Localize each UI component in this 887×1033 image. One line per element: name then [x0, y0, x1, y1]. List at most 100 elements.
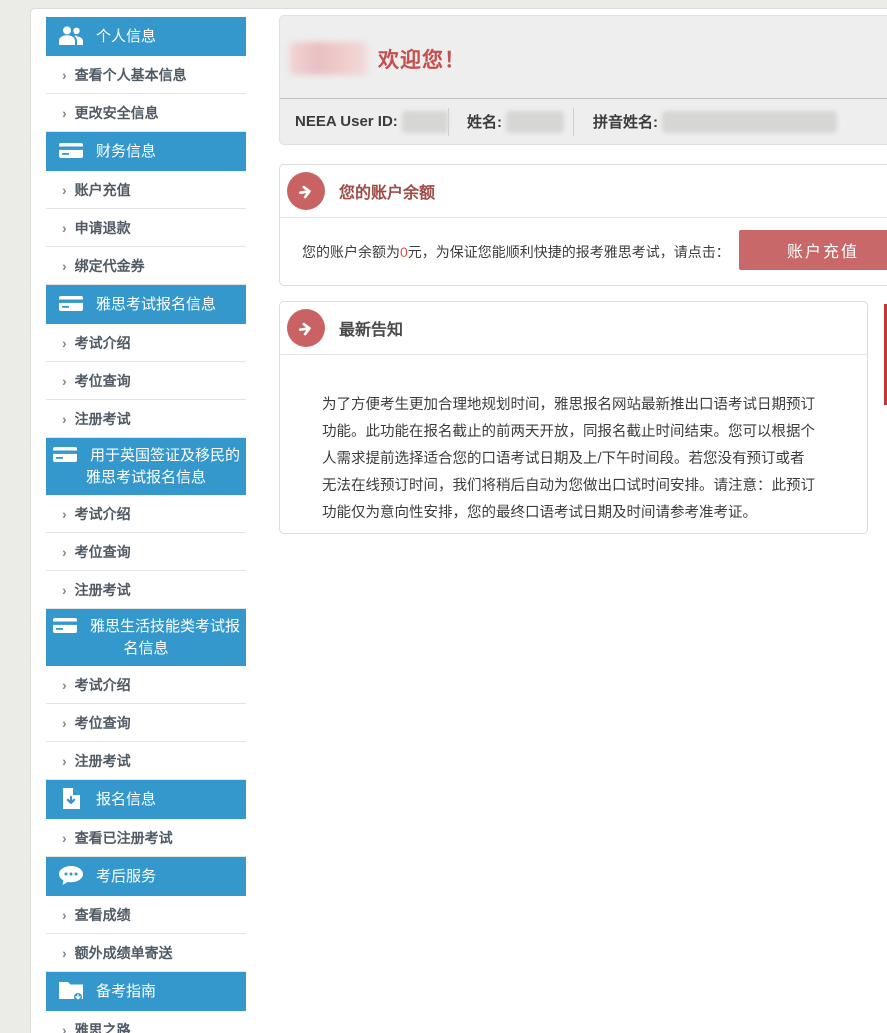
chevron-right-icon: ›: [62, 373, 67, 389]
balance-text-prefix: 您的账户余额为: [302, 244, 400, 260]
recharge-button[interactable]: 账户充值: [739, 230, 887, 270]
chevron-right-icon: ›: [62, 335, 67, 351]
chevron-right-icon: ›: [62, 182, 67, 198]
sidebar-item-label: 注册考试: [75, 580, 131, 600]
chevron-right-icon: ›: [62, 753, 67, 769]
chevron-right-icon: ›: [62, 411, 67, 427]
sidebar-section-header: 财务信息: [46, 132, 246, 171]
name-field: 姓名:: [449, 111, 573, 133]
sidebar-item-label: 考位查询: [75, 542, 131, 562]
chevron-right-icon: ›: [62, 830, 67, 846]
sidebar-item[interactable]: › 注册考试: [46, 571, 246, 609]
sidebar-item[interactable]: › 注册考试: [46, 742, 246, 780]
sidebar-section-label: 财务信息: [96, 143, 156, 160]
sidebar-item[interactable]: › 考试介绍: [46, 666, 246, 704]
welcome-box: 欢迎您！ NEEA User ID: 姓名: 拼音姓名:: [279, 15, 887, 145]
sidebar-item-label: 注册考试: [75, 409, 131, 429]
sidebar-section-header: 备考指南: [46, 972, 246, 1011]
balance-card-body: 您的账户余额为0元，为保证您能顺利快捷的报考雅思考试，请点击： 账户充值: [280, 218, 887, 282]
sidebar-section-label: 备考指南: [96, 983, 156, 1000]
balance-text: 您的账户余额为0元，为保证您能顺利快捷的报考雅思考试，请点击：: [302, 242, 730, 262]
sidebar-item-label: 考试介绍: [75, 675, 131, 695]
sidebar-item-label: 查看个人基本信息: [75, 65, 187, 85]
sidebar-item[interactable]: ›查看已注册考试: [46, 819, 246, 857]
sidebar-item[interactable]: › 考位查询: [46, 704, 246, 742]
sidebar-item-label: 注册考试: [75, 751, 131, 771]
sidebar-item-label: 账户充值: [75, 180, 131, 200]
balance-card: 您的账户余额 您的账户余额为0元，为保证您能顺利快捷的报考雅思考试，请点击： 账…: [279, 164, 887, 286]
sidebar-section-header: 雅思考试报名信息: [46, 285, 246, 324]
sidebar-item-label: 考试介绍: [75, 504, 131, 524]
sidebar-section-header: 报名信息: [46, 780, 246, 819]
notice-card-header: 最新告知: [280, 302, 867, 355]
sidebar-item-label: 考试介绍: [75, 333, 131, 353]
sidebar-section-label: 个人信息: [96, 28, 156, 45]
balance-card-header: 您的账户余额: [280, 165, 887, 218]
sidebar-section-label: 报名信息: [96, 791, 156, 808]
balance-amount: 0: [400, 244, 408, 260]
sidebar-item[interactable]: › 考试介绍: [46, 324, 246, 362]
sidebar-item[interactable]: › 雅思之路: [46, 1011, 246, 1033]
user-info-row: NEEA User ID: 姓名: 拼音姓名:: [280, 98, 887, 144]
sidebar-item-label: 绑定代金券: [75, 256, 145, 276]
chevron-right-icon: ›: [62, 220, 67, 236]
sidebar-item[interactable]: › 考位查询: [46, 362, 246, 400]
sidebar-section-label: 用于英国签证及移民的雅思考试报名信息: [86, 447, 240, 486]
sidebar-item[interactable]: › 更改安全信息: [46, 94, 246, 132]
sidebar-section-label: 雅思生活技能类考试报名信息: [90, 618, 240, 657]
name-label: 姓名:: [467, 111, 502, 132]
sidebar-item[interactable]: › 注册考试: [46, 400, 246, 438]
card-icon: [52, 444, 78, 465]
chevron-right-icon: ›: [62, 715, 67, 731]
redacted-username: [289, 42, 369, 75]
sidebar-section-label: 雅思考试报名信息: [96, 296, 216, 313]
main-panel: 个人信息›查看个人基本信息›更改安全信息财务信息›账户充值›申请退款›绑定代金券…: [30, 8, 887, 1033]
sidebar-section-header: 个人信息: [46, 17, 246, 56]
chevron-right-icon: ›: [62, 1022, 67, 1033]
card-icon: [52, 615, 78, 636]
notice-card-title: 最新告知: [339, 316, 403, 340]
sidebar: 个人信息›查看个人基本信息›更改安全信息财务信息›账户充值›申请退款›绑定代金券…: [46, 17, 246, 1033]
welcome-line: 欢迎您！: [280, 16, 887, 75]
redacted-name: [506, 111, 564, 133]
sidebar-item[interactable]: › 账户充值: [46, 171, 246, 209]
pinyin-name-label: 拼音姓名:: [593, 111, 658, 132]
chevron-right-icon: ›: [62, 105, 67, 121]
pinyin-name-field: 拼音姓名:: [574, 111, 837, 133]
folder-icon: [58, 980, 84, 1001]
redacted-neea-id: [402, 111, 448, 133]
welcome-greeting: 欢迎您！: [378, 44, 466, 74]
redacted-pinyin-name: [662, 111, 837, 133]
file-download-icon: [58, 788, 84, 809]
balance-text-suffix: 元，为保证您能顺利快捷的报考雅思考试，请点击：: [408, 244, 730, 260]
sidebar-item[interactable]: ›额外成绩单寄送: [46, 934, 246, 972]
chevron-right-icon: ›: [62, 582, 67, 598]
chevron-right-icon: ›: [62, 258, 67, 274]
sidebar-item-label: 考位查询: [75, 713, 131, 733]
arrow-right-icon: [296, 181, 316, 201]
notice-body: 为了方便考生更加合理地规划时间，雅思报名网站最新推出口语考试日期预订功能。此功能…: [280, 370, 867, 527]
chevron-right-icon: ›: [62, 506, 67, 522]
neea-id-label: NEEA User ID:: [295, 113, 398, 130]
page-background: 个人信息›查看个人基本信息›更改安全信息财务信息›账户充值›申请退款›绑定代金券…: [0, 0, 887, 1033]
sidebar-section-header: 考后服务: [46, 857, 246, 896]
chevron-right-icon: ›: [62, 945, 67, 961]
sidebar-section-header: 用于英国签证及移民的雅思考试报名信息: [46, 438, 246, 495]
sidebar-item[interactable]: ›申请退款: [46, 209, 246, 247]
chevron-right-icon: ›: [62, 677, 67, 693]
sidebar-item-label: 更改安全信息: [75, 103, 159, 123]
sidebar-item[interactable]: ›查看个人基本信息: [46, 56, 246, 94]
arrow-right-circle-icon: [287, 309, 325, 347]
sidebar-item[interactable]: ›查看成绩: [46, 896, 246, 934]
sidebar-item-label: 考位查询: [75, 371, 131, 391]
users-icon: [58, 25, 84, 46]
chat-icon: [58, 865, 84, 886]
card-icon: [58, 293, 84, 314]
sidebar-section-label: 考后服务: [96, 868, 156, 885]
sidebar-item[interactable]: ›考位查询: [46, 533, 246, 571]
sidebar-item[interactable]: › 考试介绍: [46, 495, 246, 533]
sidebar-item-label: 查看成绩: [75, 905, 131, 925]
sidebar-item-label: 雅思之路: [75, 1020, 131, 1033]
sidebar-item[interactable]: › 绑定代金券: [46, 247, 246, 285]
card-icon: [58, 140, 84, 161]
